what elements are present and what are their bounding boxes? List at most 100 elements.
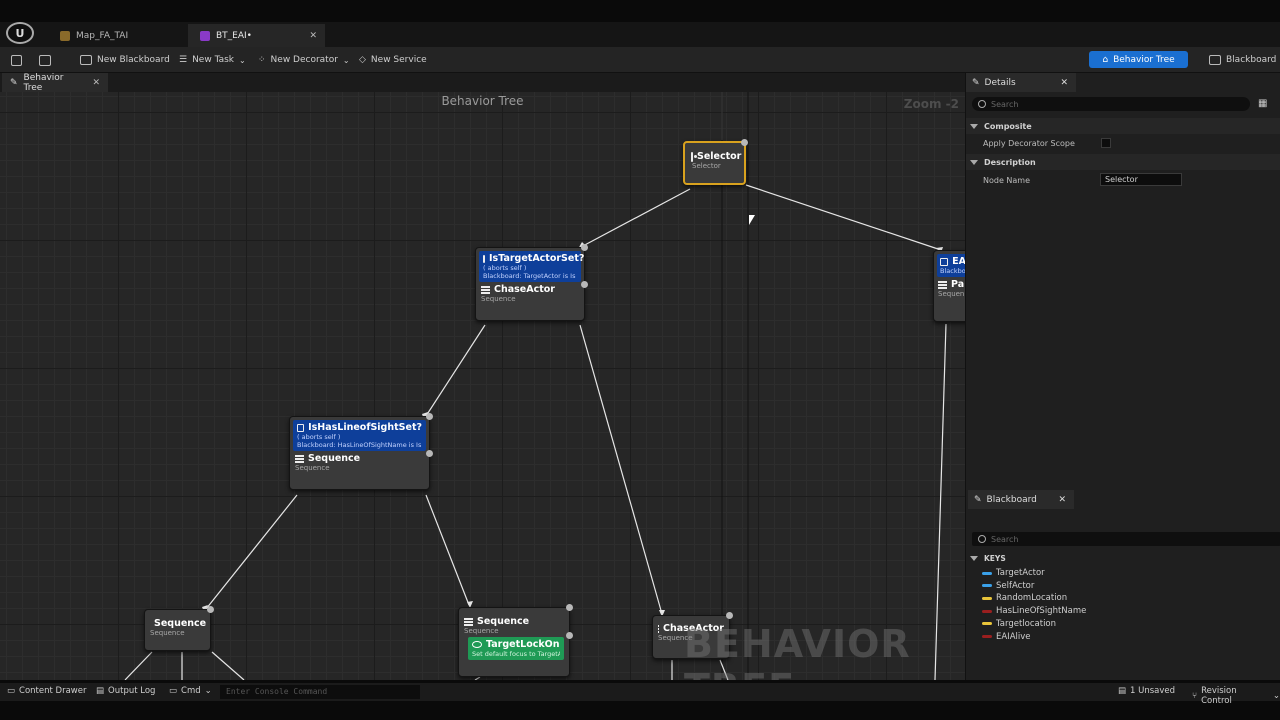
- output-pin[interactable]: [741, 139, 748, 146]
- blackboard-panel: ✎ Blackboard ✕ Search KEYS TargetActor Se…: [965, 490, 1280, 680]
- category-composite[interactable]: Composite: [966, 118, 1280, 134]
- new-task-button[interactable]: ☰ New Task ⌄: [179, 51, 246, 69]
- blackboard-mode-button[interactable]: Blackboard: [1209, 51, 1276, 69]
- category-description[interactable]: Description: [966, 154, 1280, 170]
- blackboard-key[interactable]: TargetActor: [982, 567, 1045, 579]
- collapse-triangle-icon: [970, 123, 978, 129]
- decorator-title: EA: [952, 256, 965, 267]
- wire-chase-sequence: [425, 324, 486, 417]
- key-type-swatch: [982, 622, 992, 626]
- mouse-cursor-icon: [749, 215, 755, 225]
- unreal-logo[interactable]: U: [6, 22, 34, 44]
- cmd-dropdown[interactable]: ▭ Cmd ⌄: [169, 686, 212, 696]
- node-name-field[interactable]: Selector: [1100, 173, 1182, 186]
- node-name-row: Node Name Selector: [966, 172, 1280, 190]
- decorator-pin[interactable]: [426, 450, 433, 457]
- blackboard-icon: [1209, 55, 1221, 65]
- target-lock-on-service[interactable]: TargetLockOn Set default focus to Target…: [468, 637, 564, 660]
- close-icon[interactable]: ✕: [1058, 495, 1066, 505]
- behavior-tree-mode-button[interactable]: ⌂ Behavior Tree: [1089, 51, 1188, 68]
- revision-control-button[interactable]: ⑂ Revision Control ⌄: [1192, 686, 1280, 706]
- browse-icon: [39, 54, 51, 66]
- blackboard-decorator-icon: [483, 254, 485, 263]
- button-label: New Blackboard: [97, 55, 170, 65]
- blackboard-key[interactable]: RandomLocation: [982, 592, 1067, 604]
- left-sequence-node[interactable]: Sequence Sequence: [144, 606, 214, 651]
- unsaved-button[interactable]: ▤ 1 Unsaved: [1118, 686, 1175, 696]
- service-pin[interactable]: [566, 632, 573, 639]
- keys-header[interactable]: KEYS: [966, 550, 1280, 566]
- tab-bt-eai[interactable]: BT_EAI• ✕: [188, 24, 325, 47]
- blackboard-icon: [80, 55, 92, 65]
- blackboard-key[interactable]: Targetlocation: [982, 618, 1056, 630]
- key-type-swatch: [982, 596, 992, 600]
- tab-label: BT_EAI•: [216, 30, 252, 41]
- blackboard-search-input[interactable]: Search: [972, 532, 1280, 546]
- key-type-swatch: [982, 609, 992, 613]
- button-label: Behavior Tree: [1113, 54, 1175, 65]
- graph-tab-bar: ✎ Behavior Tree ✕: [0, 73, 965, 93]
- decorator-description: Blackboard: TargetActor is Is Set: [483, 272, 577, 280]
- partial-right-node[interactable]: EA Blackbo Pa Sequen: [933, 250, 965, 322]
- selector-icon: [691, 151, 697, 162]
- new-blackboard-button[interactable]: New Blackboard: [80, 51, 170, 69]
- key-name: TargetActor: [996, 568, 1045, 578]
- apply-decorator-scope-checkbox[interactable]: [1101, 138, 1111, 148]
- output-pin[interactable]: [726, 612, 733, 619]
- blackboard-key[interactable]: EAIAlive: [982, 631, 1031, 643]
- wire-seq-left: [205, 494, 298, 610]
- title-bar: U Map_FA_TAI BT_EAI• ✕: [0, 22, 1280, 47]
- is-target-actor-set-decorator[interactable]: IsTargetActorSet? ( aborts self ) Blackb…: [479, 251, 584, 282]
- output-log-button[interactable]: ▤ Output Log: [96, 686, 155, 696]
- sequence-icon: [464, 617, 473, 626]
- close-icon[interactable]: ✕: [92, 78, 100, 88]
- content-drawer-button[interactable]: ▭ Content Drawer: [7, 686, 86, 696]
- node-subtitle: Selector: [692, 162, 721, 170]
- node-subtitle: Sequence: [481, 295, 516, 303]
- output-pin[interactable]: [426, 413, 433, 420]
- key-type-swatch: [982, 584, 992, 588]
- target-lock-sequence-node[interactable]: Sequence Sequence TargetLockOn Set defau…: [458, 604, 573, 677]
- wire-chase-chase2: [579, 324, 663, 615]
- node-subtitle: Sequence: [150, 629, 185, 637]
- collapse-triangle-icon: [970, 159, 978, 165]
- grid-view-icon[interactable]: ▦: [1258, 98, 1267, 109]
- blackboard-key[interactable]: HasLineOfSightName: [982, 605, 1086, 617]
- tab-blackboard[interactable]: ✎ Blackboard ✕: [968, 490, 1074, 509]
- decorator-description: Blackbo: [940, 267, 965, 275]
- graph-canvas[interactable]: Behavior Tree Zoom -2 Selector Selector …: [0, 92, 965, 680]
- chase-actor-node[interactable]: IsTargetActorSet? ( aborts self ) Blackb…: [475, 244, 588, 321]
- map-icon: [60, 30, 70, 41]
- decorator-pin[interactable]: [581, 281, 588, 288]
- search-placeholder: Search: [991, 99, 1019, 109]
- close-tab-icon[interactable]: ✕: [309, 31, 317, 41]
- new-service-button[interactable]: ◇ New Service: [359, 51, 427, 69]
- eai-alive-decorator[interactable]: EA Blackbo: [937, 254, 965, 277]
- new-decorator-button[interactable]: ⁘ New Decorator ⌄: [258, 51, 350, 69]
- output-pin[interactable]: [566, 604, 573, 611]
- selector-node[interactable]: Selector Selector: [683, 139, 748, 185]
- service-icon: [472, 641, 482, 648]
- output-pin[interactable]: [207, 606, 214, 613]
- key-name: SelfActor: [996, 580, 1035, 591]
- close-icon[interactable]: ✕: [1060, 78, 1068, 88]
- node-title: Sequence: [308, 453, 361, 464]
- browse-button[interactable]: [39, 51, 51, 69]
- wire-down: [211, 651, 245, 680]
- tab-map[interactable]: Map_FA_TAI: [48, 24, 188, 47]
- blackboard-key[interactable]: SelfActor: [982, 580, 1034, 592]
- wire-down: [474, 676, 481, 680]
- save-button[interactable]: [11, 51, 22, 69]
- output-pin[interactable]: [581, 244, 588, 251]
- console-command-input[interactable]: Enter Console Command: [220, 685, 420, 699]
- service-description: Set default focus to TargetActor: [472, 650, 560, 658]
- apply-decorator-scope-row: Apply Decorator Scope: [966, 135, 1280, 153]
- search-placeholder: Search: [991, 534, 1019, 544]
- property-label: Node Name: [983, 176, 1031, 185]
- details-search-input[interactable]: Search: [972, 97, 1250, 111]
- wire-seq-mid: [425, 494, 470, 606]
- tab-behavior-tree[interactable]: ✎ Behavior Tree ✕: [2, 73, 108, 93]
- is-has-line-of-sight-set-decorator[interactable]: IsHasLineofSightSet? ( aborts self ) Bla…: [293, 420, 426, 451]
- tab-details[interactable]: ✎ Details ✕: [966, 73, 1076, 92]
- line-of-sight-sequence-node[interactable]: IsHasLineofSightSet? ( aborts self ) Bla…: [289, 413, 433, 490]
